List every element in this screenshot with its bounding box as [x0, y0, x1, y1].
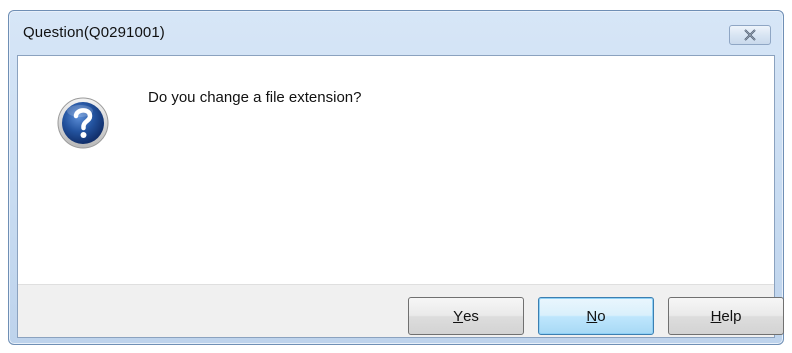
content-area: Do you change a file extension?: [18, 56, 774, 284]
no-label-rest: o: [597, 307, 606, 325]
dialog-message: Do you change a file extension?: [148, 89, 362, 106]
dialog-title: Question(Q0291001): [23, 24, 165, 41]
close-icon: [743, 29, 757, 41]
no-button[interactable]: No: [538, 297, 654, 335]
yes-button[interactable]: Yes: [408, 297, 524, 335]
dialog-body: Do you change a file extension? Yes No H…: [17, 55, 784, 338]
yes-mnemonic: Y: [453, 307, 464, 325]
question-dialog: Question(Q0291001) Do you change a file …: [8, 10, 784, 345]
question-icon: [56, 96, 110, 150]
close-button[interactable]: [729, 25, 771, 45]
yes-label-rest: es: [463, 307, 479, 325]
help-mnemonic: H: [710, 307, 722, 325]
title-bar[interactable]: Question(Q0291001): [9, 11, 783, 55]
button-bar: Yes No Help: [18, 284, 784, 337]
no-mnemonic: N: [586, 307, 598, 325]
help-label-rest: elp: [721, 307, 742, 325]
help-button[interactable]: Help: [668, 297, 784, 335]
